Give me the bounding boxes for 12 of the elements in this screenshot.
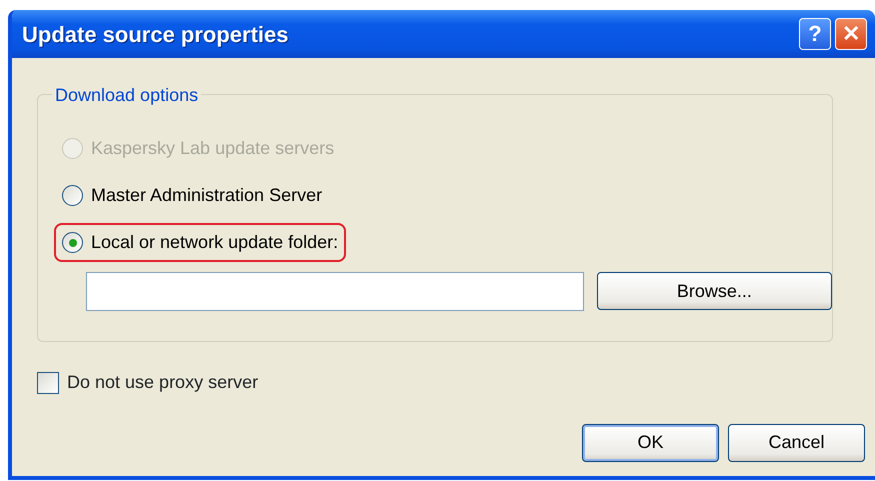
radio-label[interactable]: Master Administration Server: [91, 182, 322, 209]
radio-button[interactable]: [62, 232, 83, 253]
checkbox-label[interactable]: Do not use proxy server: [67, 369, 258, 396]
ok-button[interactable]: OK: [582, 424, 719, 462]
checkbox[interactable]: [37, 372, 59, 394]
browse-button[interactable]: Browse...: [596, 272, 832, 310]
help-button[interactable]: ?: [799, 18, 831, 50]
radio-label[interactable]: Local or network update folder:: [91, 229, 338, 256]
window-title: Update source properties: [22, 20, 289, 49]
cancel-button[interactable]: Cancel: [728, 424, 865, 462]
radio-button[interactable]: [62, 185, 83, 206]
folder-path-field[interactable]: [86, 272, 584, 311]
